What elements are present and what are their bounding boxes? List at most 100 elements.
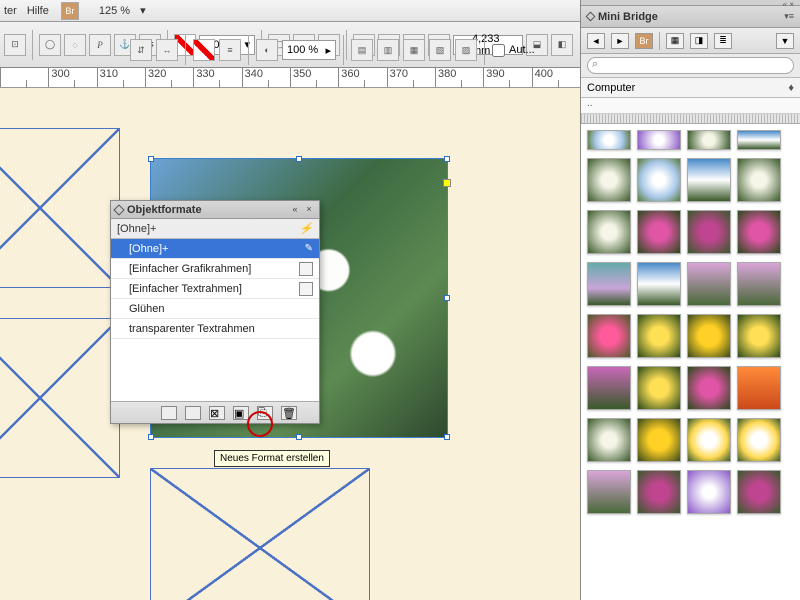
thumbnail[interactable] [687, 366, 731, 410]
style-item-text-frame[interactable]: [Einfacher Textrahmen] [111, 279, 319, 299]
distribute-icon[interactable]: ⇵ [130, 39, 152, 61]
empty-frame[interactable] [0, 128, 120, 288]
thumbnail[interactable] [587, 158, 631, 202]
empty-frame[interactable] [150, 468, 370, 600]
search-input[interactable] [587, 57, 794, 74]
wrap1-icon[interactable]: ▤ [351, 39, 373, 61]
bridge-tab-bar[interactable]: Mini Bridge ▾≡ [581, 6, 800, 28]
style-item-transparent-text[interactable]: transparenter Textrahmen [111, 319, 319, 339]
resize-handle[interactable] [148, 156, 154, 162]
thumbnail[interactable] [687, 158, 731, 202]
live-corner-handle[interactable] [443, 179, 451, 187]
wrap5-icon[interactable]: ▨ [455, 39, 477, 61]
menu-item[interactable]: ter [4, 5, 17, 17]
auto-checkbox[interactable] [492, 44, 505, 57]
thumbnail[interactable] [637, 210, 681, 254]
thumbnail[interactable] [687, 210, 731, 254]
thumbnail[interactable] [687, 130, 731, 150]
thumbnail[interactable] [687, 418, 731, 462]
location-dropdown[interactable]: Computer ♦ [581, 78, 800, 98]
thumbnail[interactable] [637, 130, 681, 150]
thumbnail[interactable] [637, 158, 681, 202]
bridge-search-row [581, 54, 800, 78]
style-item-graphic-frame[interactable]: [Einfacher Grafikrahmen] [111, 259, 319, 279]
panel-collapse-icon[interactable] [113, 204, 124, 215]
zoom-dropdown-caret[interactable]: ▾ [140, 4, 146, 17]
default-graphic-icon[interactable]: ⊠ [209, 406, 225, 420]
opt-icon[interactable]: ◧ [551, 34, 573, 56]
clear-override-icon[interactable] [161, 406, 177, 420]
opacity-field[interactable]: 100 %▸ [282, 40, 336, 60]
resize-handle[interactable] [444, 295, 450, 301]
thumbnail[interactable] [587, 130, 631, 150]
panel-collapse-icon[interactable] [586, 12, 596, 22]
style-item-none[interactable]: [Ohne]+ ✎ [111, 239, 319, 259]
panel-header[interactable]: Objektformate « × [111, 201, 319, 219]
wrap3-icon[interactable]: ▦ [403, 39, 425, 61]
opacity-icon[interactable]: ◐ [256, 39, 278, 61]
style-item-glow[interactable]: Glühen [111, 299, 319, 319]
quick-apply-icon[interactable]: ⚡ [299, 222, 313, 235]
thumbnail[interactable] [587, 210, 631, 254]
thumbnail[interactable] [737, 262, 781, 306]
thumbnail[interactable] [587, 366, 631, 410]
thumbnail-grid[interactable] [581, 124, 800, 600]
thumbnail[interactable] [737, 314, 781, 358]
wrap4-icon[interactable]: ▧ [429, 39, 451, 61]
wrap2-icon[interactable]: ▥ [377, 39, 399, 61]
resize-handle[interactable] [296, 156, 302, 162]
thumbnail[interactable] [637, 366, 681, 410]
thumbnail[interactable] [737, 366, 781, 410]
thumbnail[interactable] [587, 418, 631, 462]
thumbnail[interactable] [687, 470, 731, 514]
panel-menu-icon[interactable]: ▾≡ [784, 11, 794, 22]
thumbnail[interactable] [737, 470, 781, 514]
resize-handle[interactable] [444, 156, 450, 162]
style-label: [Ohne]+ [129, 243, 168, 255]
no-stroke-icon[interactable] [193, 39, 215, 61]
view-split-icon[interactable]: ◨ [690, 33, 708, 49]
thumbnail[interactable] [737, 158, 781, 202]
thumbnail[interactable] [637, 470, 681, 514]
view-thumb-icon[interactable]: ▦ [666, 33, 684, 49]
annotation-circle [247, 411, 273, 437]
object-styles-panel[interactable]: Objektformate « × [Ohne]+ ⚡ [Ohne]+ ✎ [E… [110, 200, 320, 424]
thumbnail[interactable] [637, 418, 681, 462]
breadcrumb[interactable]: .. [581, 98, 800, 114]
nav-forward-icon[interactable]: ► [611, 33, 629, 49]
panel-close-icon[interactable]: × [303, 204, 315, 216]
zoom-level[interactable]: 125 % [99, 5, 130, 17]
thumbnail[interactable] [637, 262, 681, 306]
empty-frame[interactable] [0, 318, 120, 478]
ruler-tick: 390 [483, 68, 531, 87]
clear-attr-icon[interactable] [185, 406, 201, 420]
resize-handle[interactable] [444, 434, 450, 440]
thumbnail[interactable] [737, 418, 781, 462]
thumbnail[interactable] [737, 210, 781, 254]
delete-style-icon[interactable]: 🗑 [281, 406, 297, 420]
thumbnail[interactable] [587, 262, 631, 306]
bridge-nav-row: ◄ ► Br ▦ ◨ ≣ ▼ [581, 28, 800, 54]
bridge-app-icon[interactable]: Br [635, 33, 653, 49]
thumbnail[interactable] [737, 130, 781, 150]
thumbnail[interactable] [687, 262, 731, 306]
thumbnail[interactable] [637, 314, 681, 358]
thumbnail[interactable] [587, 314, 631, 358]
bridge-icon[interactable]: Br [61, 2, 79, 20]
resize-handle[interactable] [296, 434, 302, 440]
thumbnail[interactable] [687, 314, 731, 358]
menu-item-help[interactable]: Hilfe [27, 5, 49, 17]
thumbnail[interactable] [587, 470, 631, 514]
nav-back-icon[interactable]: ◄ [587, 33, 605, 49]
resize-handle[interactable] [148, 434, 154, 440]
filter-icon[interactable]: ▼ [776, 33, 794, 49]
panel-minimize-icon[interactable]: « [289, 204, 301, 216]
ruler-tick: 310 [97, 68, 145, 87]
default-text-icon[interactable]: ▣ [233, 406, 249, 420]
ruler-tick: 320 [145, 68, 193, 87]
spacing-icon[interactable]: ↔ [156, 39, 178, 61]
panel-grip[interactable] [581, 114, 800, 124]
current-style-row: [Ohne]+ ⚡ [111, 219, 319, 239]
stroke-style-icon[interactable]: ≡ [219, 39, 241, 61]
view-list-icon[interactable]: ≣ [714, 33, 732, 49]
